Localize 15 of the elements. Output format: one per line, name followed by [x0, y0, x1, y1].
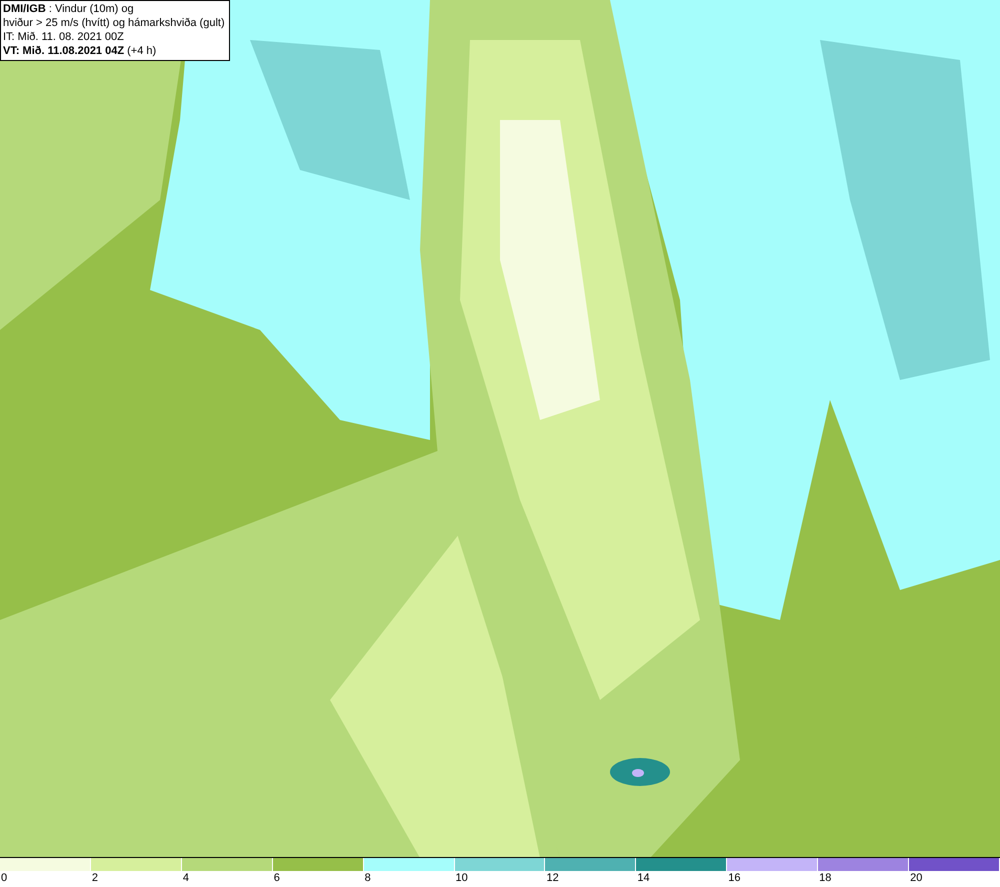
- legend-label: 18: [818, 871, 832, 886]
- legend-label: 0: [0, 871, 8, 886]
- legend-label: 8: [364, 871, 371, 886]
- legend-label: 10: [454, 871, 468, 886]
- map-title-line: VT: Mið. 11.08.2021 04Z (+4 h): [3, 44, 158, 58]
- legend-label: 14: [636, 871, 650, 886]
- legend-label: 16: [727, 871, 741, 886]
- legend-label: 12: [545, 871, 559, 886]
- legend-label: 2: [90, 871, 98, 886]
- legend-label: 4: [182, 871, 189, 886]
- legend-label: 6: [272, 871, 280, 886]
- map-title-line: IT: Mið. 11. 08. 2021 00Z: [3, 30, 125, 44]
- legend-label: 20: [909, 871, 922, 886]
- map-title-line: DMI/IGB : Vindur (10m) og: [3, 2, 135, 16]
- map-title-line: hviður > 25 m/s (hvítt) og hámarkshviða (gult): [3, 16, 225, 30]
